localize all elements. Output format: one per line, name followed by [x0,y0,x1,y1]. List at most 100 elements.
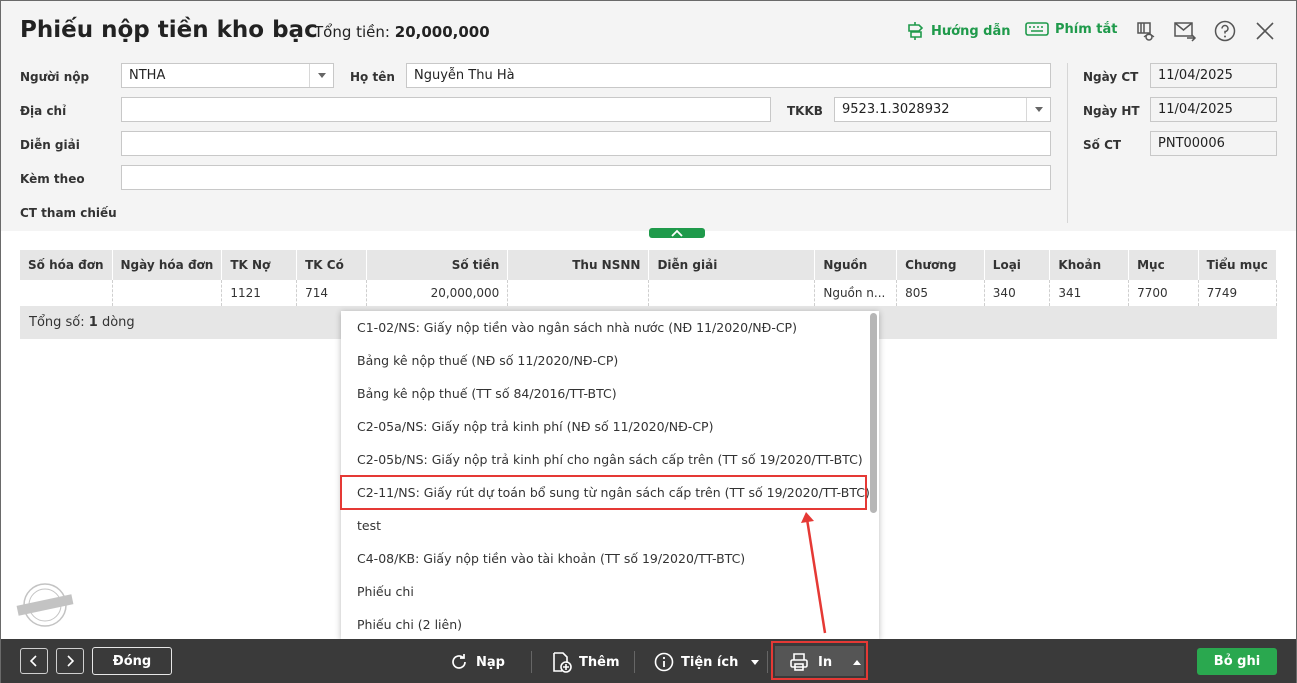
payer-label: Người nộp [20,70,90,84]
col-tk-co[interactable]: TK Có [296,250,368,280]
cell[interactable]: 7749 [1198,280,1277,307]
menu-item[interactable]: Phiếu chi [341,575,879,608]
description-field[interactable] [121,131,1051,156]
view-icon[interactable] [1133,19,1157,43]
col-ngay-hoa-don[interactable]: Ngày hóa đơn [112,250,223,280]
menu-item[interactable]: C2-05a/NS: Giấy nộp trả kinh phí (NĐ số … [341,410,879,443]
signpost-icon [908,22,924,40]
cell[interactable]: 341 [1049,280,1130,307]
help-icon[interactable] [1213,19,1237,43]
chevron-left-icon [30,655,37,667]
printer-icon [790,653,808,671]
col-khoan[interactable]: Khoản [1049,250,1130,280]
menu-item[interactable]: C1-02/NS: Giấy nộp tiền vào ngân sách nh… [341,311,879,344]
mail-forward-icon[interactable] [1173,19,1197,43]
cell[interactable]: Nguồn n... [814,280,898,307]
page-title: Phiếu nộp tiền kho bạc [20,17,318,43]
chevron-down-icon[interactable] [1026,98,1050,121]
reload-button[interactable]: Nạp [449,649,505,675]
menu-item[interactable]: Bảng kê nộp thuế (NĐ số 11/2020/NĐ-CP) [341,344,879,377]
cell[interactable]: 7700 [1128,280,1199,307]
summary-suffix: dòng [101,315,135,330]
toolbar-separator [531,651,532,673]
add-document-icon [553,652,572,673]
description-label: Diễn giải [20,138,80,152]
col-loai[interactable]: Loại [984,250,1051,280]
col-so-tien[interactable]: Số tiền [366,250,509,280]
cell[interactable] [507,280,650,307]
col-so-hoa-don[interactable]: Số hóa đơn [20,250,113,280]
toolbar-separator [634,651,635,673]
summary-prefix: Tổng số: [29,315,85,330]
utilities-label: Tiện ích [681,654,739,670]
so-ct-field[interactable]: PNT00006 [1150,131,1277,156]
close-icon[interactable] [1253,19,1277,43]
col-tk-no[interactable]: TK Nợ [221,250,298,280]
tkkb-select[interactable]: 9523.1.3028932 [834,97,1051,122]
col-dien-giai[interactable]: Diễn giải [648,250,816,280]
cell[interactable] [20,280,113,307]
close-button[interactable]: Đóng [92,647,172,675]
name-field[interactable]: Nguyễn Thu Hà [406,63,1051,88]
cell[interactable]: 20,000,000 [366,280,509,307]
save-button[interactable]: Bỏ ghi [1197,648,1277,675]
date-ct-label: Ngày CT [1083,70,1139,84]
chevron-right-icon [67,655,74,667]
divider [1067,63,1068,223]
name-value: Nguyễn Thu Hà [414,68,515,83]
watermark-stamp-icon [16,583,74,627]
reference-label[interactable]: CT tham chiếu [20,206,117,220]
attachment-label: Kèm theo [20,172,85,186]
menu-item[interactable]: Phiếu chi (2 liên) [341,608,879,639]
total-value: 20,000,000 [394,23,490,41]
print-button-content[interactable]: In [789,649,862,675]
guide-link[interactable]: Hướng dẫn [905,21,1011,41]
menu-item[interactable]: test [341,509,879,542]
cell[interactable]: 340 [984,280,1051,307]
payer-select[interactable]: NTHA [121,63,334,88]
next-button[interactable] [56,648,84,674]
col-thu-nsnn[interactable]: Thu NSNN [507,250,650,280]
collapse-header-button[interactable] [649,228,705,238]
cell[interactable] [648,280,816,307]
total-amount: Tổng tiền: 20,000,000 [314,23,490,41]
keyboard-icon [1025,22,1049,36]
add-button[interactable]: Thêm [550,649,620,675]
menu-scrollbar[interactable] [870,313,877,513]
address-label: Địa chỉ [20,104,67,118]
cell[interactable]: 805 [896,280,985,307]
cell[interactable]: 1121 [221,280,298,307]
utilities-button[interactable]: Tiện ích [654,649,760,675]
detail-table: Số hóa đơn Ngày hóa đơn TK Nợ TK Có Số t… [20,250,1277,307]
col-chuong[interactable]: Chương [896,250,985,280]
info-icon [654,652,674,672]
col-nguon[interactable]: Nguồn [814,250,898,280]
print-label: In [818,654,833,670]
menu-item[interactable]: C4-08/KB: Giấy nộp tiền vào tài khoản (T… [341,542,879,575]
chevron-down-icon[interactable] [309,64,333,87]
col-tieu-muc[interactable]: Tiểu mục [1198,250,1277,280]
menu-item[interactable]: Bảng kê nộp thuế (TT số 84/2016/TT-BTC) [341,377,879,410]
menu-item[interactable]: C2-05b/NS: Giấy nộp trả kinh phí cho ngâ… [341,443,879,476]
shortcuts-link[interactable]: Phím tắt [1025,21,1118,37]
voucher-header: Phiếu nộp tiền kho bạc Tổng tiền: 20,000… [1,1,1296,231]
summary-count: 1 [88,315,98,330]
chevron-up-icon [671,229,683,237]
date-ct-field[interactable]: 11/04/2025 [1150,63,1277,88]
toolbar-separator [767,651,768,673]
reload-label: Nạp [476,654,505,670]
table-row[interactable]: 1121 714 20,000,000 Nguồn n... 805 340 3… [20,280,1277,307]
add-label: Thêm [579,654,620,670]
date-ht-field[interactable]: 11/04/2025 [1150,97,1277,122]
address-field[interactable] [121,97,771,122]
col-muc[interactable]: Mục [1128,250,1199,280]
shortcuts-label: Phím tắt [1055,21,1118,37]
cell[interactable] [112,280,223,307]
total-label: Tổng tiền: [314,23,390,41]
attachment-field[interactable] [121,165,1051,190]
cell[interactable]: 714 [296,280,368,307]
date-ht-label: Ngày HT [1083,104,1140,118]
caret-up-icon [853,659,862,665]
previous-button[interactable] [20,648,48,674]
guide-label: Hướng dẫn [931,23,1011,39]
